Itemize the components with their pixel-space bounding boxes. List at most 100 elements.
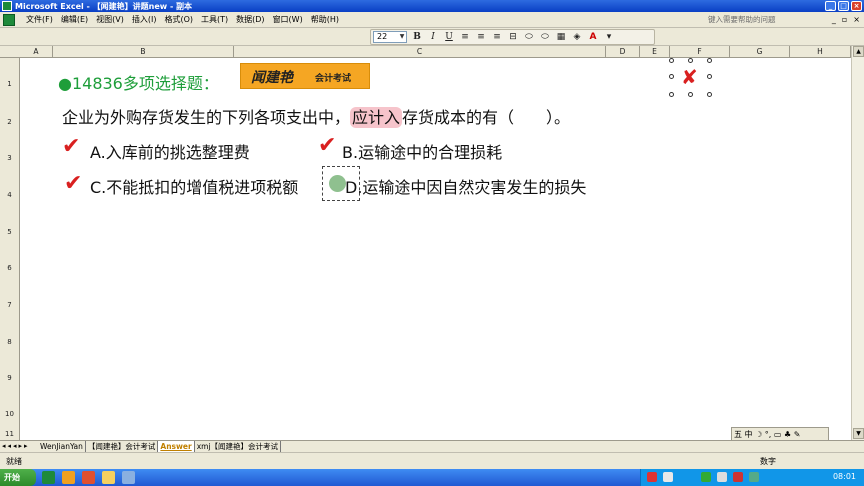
resize-handle[interactable] xyxy=(688,92,693,97)
option-b: B.运输途中的合理损耗 xyxy=(342,143,503,162)
workbook-icon[interactable] xyxy=(3,14,15,26)
clock: 08:01 xyxy=(832,472,856,481)
brand-logo: 闻建艳 会计考试 xyxy=(240,63,370,89)
row-header-9[interactable]: 9 xyxy=(0,374,19,382)
tray-misc-icon[interactable] xyxy=(749,472,759,482)
column-header-c[interactable]: C xyxy=(234,46,606,58)
workbook-close-button[interactable]: × xyxy=(853,15,860,24)
tab-xmj-accounting-exam[interactable]: xmj【闻建艳】会计考试 xyxy=(195,441,282,452)
menu-insert[interactable]: 插入(I) xyxy=(128,14,161,26)
menu-tools[interactable]: 工具(T) xyxy=(197,14,232,26)
check-icon-c: ✔ xyxy=(64,171,83,196)
tray-network-icon[interactable] xyxy=(701,472,711,482)
resize-handle[interactable] xyxy=(669,74,674,79)
option-c: C.不能抵扣的增值税进项税额 xyxy=(90,178,299,197)
row-header-10[interactable]: 10 xyxy=(0,410,19,418)
column-header-d[interactable]: D xyxy=(606,46,640,58)
underline-button[interactable]: U xyxy=(443,31,455,43)
resize-handle[interactable] xyxy=(669,58,674,63)
scroll-down-icon[interactable]: ▼ xyxy=(853,428,864,439)
desktop-quicklaunch-icon[interactable] xyxy=(122,471,135,484)
oval-shape-icon-2[interactable]: ⬭ xyxy=(539,31,551,43)
row-header-11[interactable]: 11 xyxy=(0,430,19,438)
font-size-select[interactable]: 22 ▼ xyxy=(373,31,407,43)
borders-icon[interactable]: ▦ xyxy=(555,31,567,43)
column-header-e[interactable]: E xyxy=(640,46,670,58)
font-color-button[interactable]: A xyxy=(587,31,599,43)
bold-button[interactable]: B xyxy=(411,31,423,43)
row-header-1[interactable]: 1 xyxy=(0,80,19,88)
tray-ime-icon[interactable] xyxy=(663,472,673,482)
column-headers: A B C D E F G H xyxy=(0,46,851,58)
column-header-f[interactable]: F xyxy=(670,46,730,58)
row-header-8[interactable]: 8 xyxy=(0,338,19,346)
minimize-button[interactable]: _ xyxy=(825,1,836,11)
check-icon-a: ✔ xyxy=(62,134,81,159)
system-tray: 08:01 xyxy=(640,469,864,486)
resize-handle[interactable] xyxy=(707,74,712,79)
column-header-g[interactable]: G xyxy=(730,46,790,58)
align-right-icon[interactable]: ≡ xyxy=(491,31,503,43)
row-header-3[interactable]: 3 xyxy=(0,154,19,162)
excel-quicklaunch-icon[interactable] xyxy=(42,471,55,484)
menu-bar: 文件(F) 编辑(E) 视图(V) 插入(I) 格式(O) 工具(T) 数据(D… xyxy=(0,12,864,28)
taskbar: 开始 08:01 xyxy=(0,469,864,486)
tab-scroll-arrows[interactable]: ◂◂◂▸▸ xyxy=(2,442,30,450)
row-header-7[interactable]: 7 xyxy=(0,301,19,309)
align-left-icon[interactable]: ≡ xyxy=(459,31,471,43)
ime-toolbar[interactable]: 五 中 ☽ °, ▭ ♣ ✎ xyxy=(731,427,829,441)
scroll-up-icon[interactable]: ▲ xyxy=(853,46,864,57)
maximize-button[interactable]: □ xyxy=(838,1,849,11)
row-header-5[interactable]: 5 xyxy=(0,228,19,236)
tray-app-icon[interactable] xyxy=(647,472,657,482)
help-search-input[interactable]: 键入需要帮助的问题 xyxy=(708,14,818,26)
fill-color-icon[interactable]: ◈ xyxy=(571,31,583,43)
logo-brand-text: 闻建艳 xyxy=(251,70,293,86)
row-header-6[interactable]: 6 xyxy=(0,264,19,272)
row-header-4[interactable]: 4 xyxy=(0,191,19,199)
title-bar: Microsoft Excel - 【闻建艳】讲题new - 副本 _ □ × xyxy=(0,0,864,12)
column-header-b[interactable]: B xyxy=(53,46,234,58)
vertical-scrollbar[interactable]: ▲ ▼ xyxy=(851,46,864,440)
toolbar-options-icon[interactable]: ▾ xyxy=(603,31,615,43)
resize-handle[interactable] xyxy=(707,58,712,63)
oval-shape-icon[interactable]: ⬭ xyxy=(523,31,535,43)
column-header-h[interactable]: H xyxy=(790,46,851,58)
cross-icon: ✘ xyxy=(681,65,698,89)
start-button[interactable]: 开始 xyxy=(0,469,36,486)
resize-handle[interactable] xyxy=(707,92,712,97)
excel-icon[interactable] xyxy=(2,1,12,11)
align-center-icon[interactable]: ≡ xyxy=(475,31,487,43)
workbook-restore-button[interactable]: ▫ xyxy=(842,15,847,24)
tab-wenjianyan[interactable]: WenJianYan xyxy=(38,441,86,452)
menu-edit[interactable]: 编辑(E) xyxy=(57,14,92,26)
column-header-a[interactable]: A xyxy=(20,46,53,58)
menu-format[interactable]: 格式(O) xyxy=(160,14,197,26)
close-button[interactable]: × xyxy=(851,1,862,11)
workbook-minimize-button[interactable]: _ xyxy=(832,15,836,24)
folder-quicklaunch-icon[interactable] xyxy=(102,471,115,484)
menu-data[interactable]: 数据(D) xyxy=(232,14,268,26)
app-quicklaunch-icon[interactable] xyxy=(82,471,95,484)
row-headers: 1 2 3 4 5 6 7 8 9 10 11 xyxy=(0,58,20,440)
tab-answer[interactable]: Answer xyxy=(158,441,195,452)
browser-quicklaunch-icon[interactable] xyxy=(62,471,75,484)
row-header-2[interactable]: 2 xyxy=(0,118,19,126)
merge-center-icon[interactable]: ⊟ xyxy=(507,31,519,43)
pointer-cursor-icon xyxy=(329,175,346,192)
italic-button[interactable]: I xyxy=(427,31,439,43)
x-mark-shape[interactable]: ✘ xyxy=(668,58,714,100)
tray-security-icon[interactable] xyxy=(733,472,743,482)
resize-handle[interactable] xyxy=(669,92,674,97)
tab-accounting-exam[interactable]: 【闻建艳】会计考试 xyxy=(86,441,159,452)
resize-handle[interactable] xyxy=(688,58,693,63)
menu-help[interactable]: 帮助(H) xyxy=(307,14,343,26)
menu-window[interactable]: 窗口(W) xyxy=(269,14,307,26)
check-icon-b: ✔ xyxy=(318,133,337,158)
question-title: ●14836多项选择题： xyxy=(58,74,219,93)
sheet-tab-bar: ◂◂◂▸▸ WenJianYan 【闻建艳】会计考试 Answer xmj【闻建… xyxy=(0,440,864,452)
status-num: 数字 xyxy=(760,457,776,466)
menu-view[interactable]: 视图(V) xyxy=(92,14,128,26)
menu-file[interactable]: 文件(F) xyxy=(22,14,57,26)
tray-volume-icon[interactable] xyxy=(717,472,727,482)
